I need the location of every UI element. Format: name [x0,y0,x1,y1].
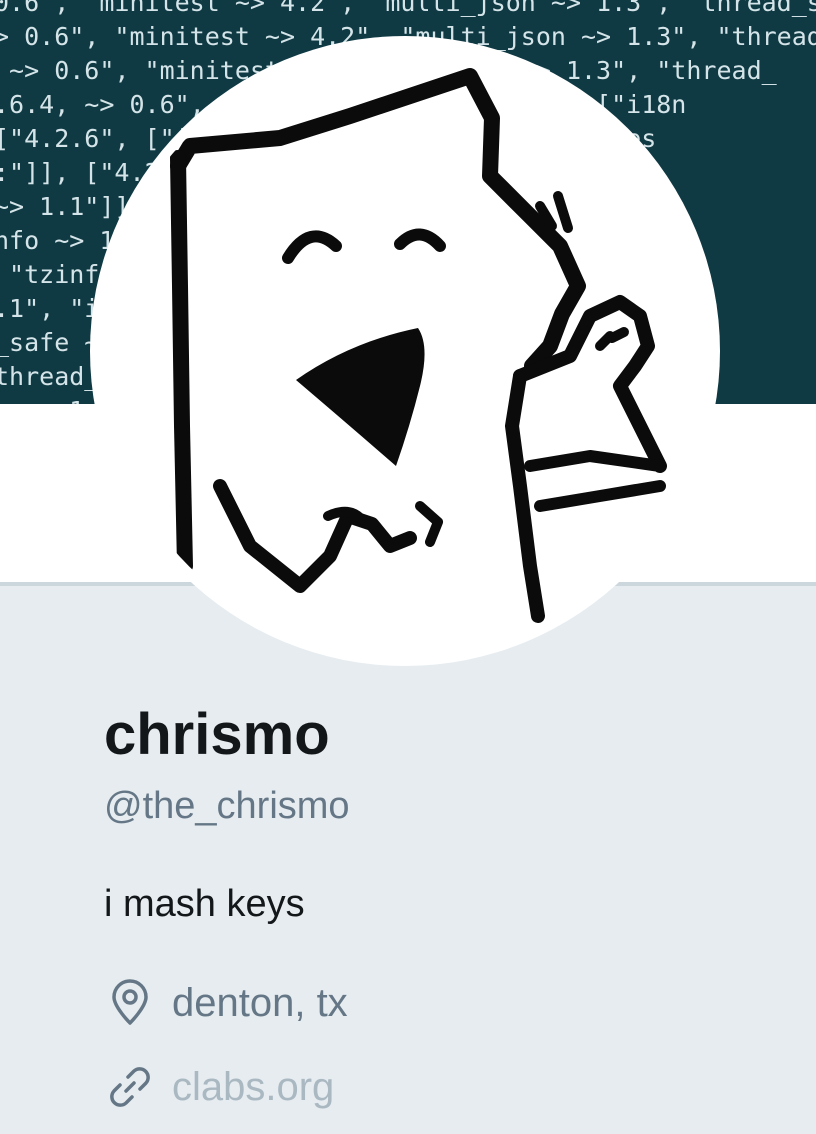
profile-url[interactable]: clabs.org [106,1062,334,1112]
cat-cartoon-avatar-image [170,68,667,653]
avatar[interactable] [100,46,710,656]
profile-location: denton, tx [106,978,348,1028]
location-text: denton, tx [172,981,348,1025]
profile-bio: i mash keys [104,883,305,925]
profile-name[interactable]: chrismo [104,700,330,770]
link-icon [106,1063,154,1111]
map-pin-icon [106,979,154,1027]
profile-url-link[interactable]: clabs.org [172,1062,334,1112]
profile-handle[interactable]: @the_chrismo [104,782,350,830]
